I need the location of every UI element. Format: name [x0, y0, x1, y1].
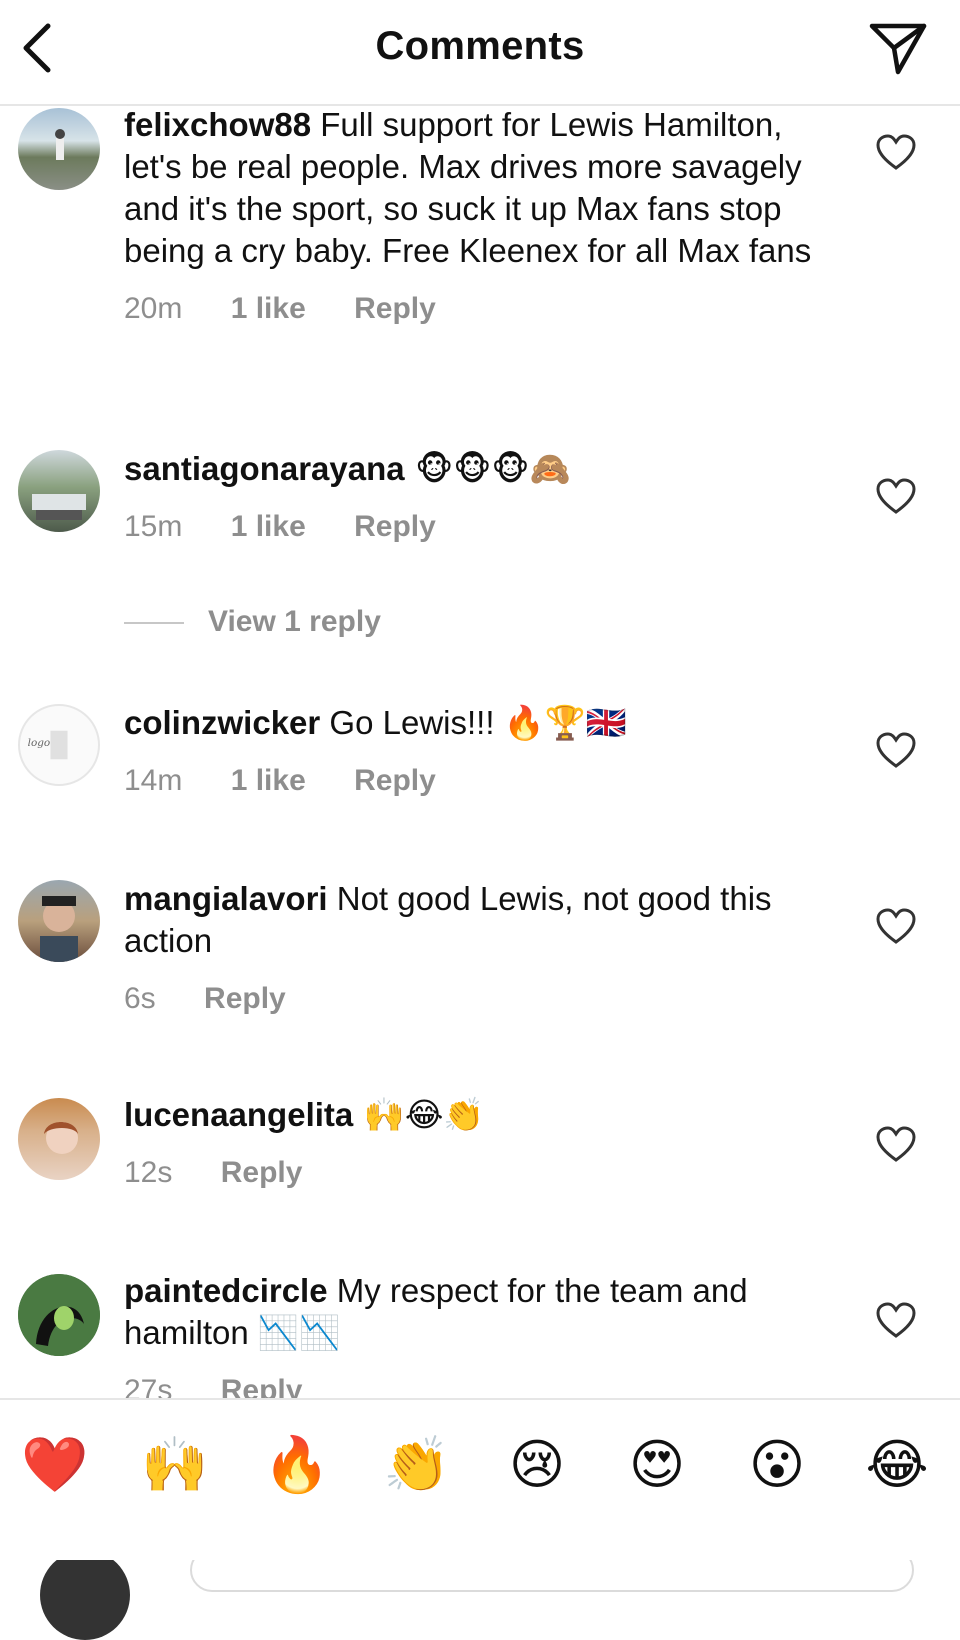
tears-of-joy-emoji-button[interactable]: 😂: [862, 1430, 932, 1500]
reply-button[interactable]: Reply: [204, 982, 286, 1015]
clapping-hands-emoji-button[interactable]: 👏: [382, 1430, 452, 1500]
heart-icon[interactable]: [876, 478, 916, 516]
comment-username[interactable]: colinzwicker: [124, 704, 320, 741]
comment-text: colinzwicker Go Lewis!!! 🔥🏆🇬🇧: [124, 702, 844, 744]
avatar[interactable]: [18, 880, 100, 962]
comment-text: lucenaangelita 🙌😂👏: [124, 1094, 844, 1136]
paper-plane-icon[interactable]: [868, 20, 928, 76]
comment-body: 🙌😂👏: [353, 1095, 485, 1134]
comment-time: 6s: [124, 982, 156, 1015]
avatar[interactable]: [18, 108, 100, 190]
fire-emoji-button[interactable]: 🔥: [262, 1430, 332, 1500]
comment-text: santiagonarayana 🐵🐵🐵🙈: [124, 448, 844, 490]
comment-likes[interactable]: 1 like: [231, 764, 306, 797]
avatar[interactable]: [18, 1274, 100, 1356]
comment-body: Go Lewis!!! 🔥🏆🇬🇧: [320, 704, 627, 741]
comment-body: 🐵🐵🐵🙈: [404, 449, 571, 488]
reply-button[interactable]: Reply: [354, 292, 436, 325]
reply-button[interactable]: Reply: [354, 510, 436, 543]
replies-divider-line: [124, 622, 184, 625]
heart-icon[interactable]: [876, 134, 916, 172]
comment-text: mangialavori Not good Lewis, not good th…: [124, 878, 844, 962]
comment-time: 14m: [124, 764, 183, 797]
raising-hands-emoji-button[interactable]: 🙌: [140, 1430, 210, 1500]
comment-username[interactable]: santiagonarayana: [124, 450, 405, 487]
heart-icon[interactable]: [876, 1126, 916, 1164]
view-replies-button[interactable]: View 1 reply: [124, 605, 381, 639]
current-user-avatar: [40, 1550, 130, 1640]
comment-username[interactable]: mangialavori: [124, 880, 328, 917]
header-bar: Comments: [0, 0, 960, 106]
avatar[interactable]: logo: [18, 704, 100, 786]
heart-icon[interactable]: [876, 732, 916, 770]
comment-username[interactable]: felixchow88: [124, 106, 311, 143]
comment-meta: 15m 1 like Reply: [124, 510, 844, 544]
surprised-face-emoji-button[interactable]: 😮: [742, 1430, 812, 1500]
view-replies-label: View 1 reply: [208, 605, 381, 638]
red-heart-emoji-button[interactable]: ❤️: [20, 1430, 90, 1500]
avatar[interactable]: [18, 450, 100, 532]
comment-meta: 6s Reply: [124, 982, 844, 1016]
comment-username[interactable]: paintedcircle: [124, 1272, 328, 1309]
comment-text: felixchow88 Full support for Lewis Hamil…: [124, 104, 844, 272]
quick-reactions-bar: ❤️ 🙌 🔥 👏 😢 😍 😮 😂: [0, 1398, 960, 1560]
comment-meta: 14m 1 like Reply: [124, 764, 844, 798]
comment-time: 20m: [124, 292, 183, 325]
comment-likes[interactable]: 1 like: [231, 292, 306, 325]
reply-button[interactable]: Reply: [354, 764, 436, 797]
page-title: Comments: [375, 24, 585, 68]
comment-likes[interactable]: 1 like: [231, 510, 306, 543]
comment-time: 12s: [124, 1156, 173, 1189]
crying-face-emoji-button[interactable]: 😢: [502, 1430, 572, 1500]
comment-time: 15m: [124, 510, 183, 543]
comment-text: paintedcircle My respect for the team an…: [124, 1270, 844, 1354]
comment-meta: 12s Reply: [124, 1156, 844, 1190]
heart-icon[interactable]: [876, 908, 916, 946]
avatar[interactable]: [18, 1098, 100, 1180]
reply-button[interactable]: Reply: [221, 1156, 303, 1189]
comment-meta: 20m 1 like Reply: [124, 292, 844, 326]
heart-icon[interactable]: [876, 1302, 916, 1340]
svg-text:logo: logo: [28, 737, 51, 749]
heart-eyes-emoji-button[interactable]: 😍: [622, 1430, 692, 1500]
comment-username[interactable]: lucenaangelita: [124, 1096, 353, 1133]
